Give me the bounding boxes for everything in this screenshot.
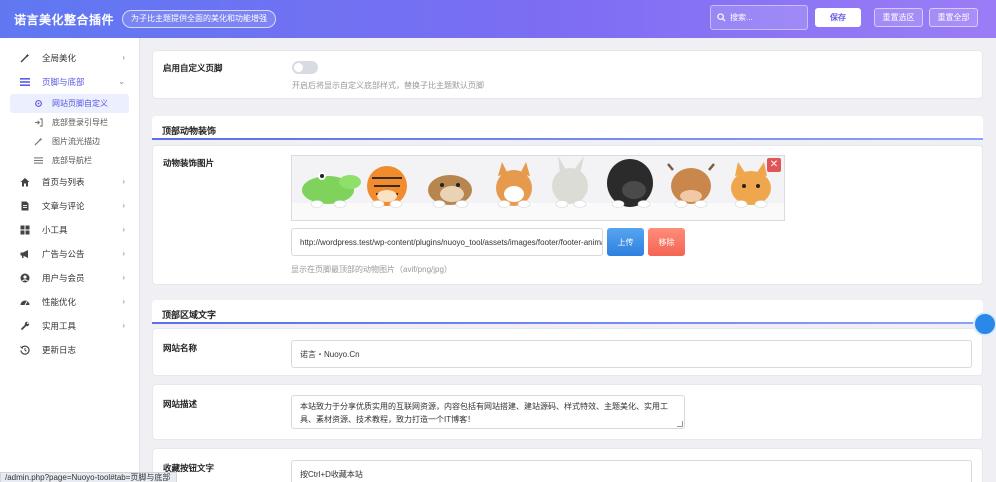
custom-footer-label: 启用自定义页脚 [163,63,223,73]
chevron-right-icon: › [122,53,125,62]
sidebar-subitem-label: 图片流光描边 [52,137,100,146]
animal-image-preview [291,155,785,221]
sidebar-subitem-label: 底部登录引导栏 [52,118,108,127]
search-input[interactable]: 搜索... [710,5,808,30]
main-content: 启用自定义页脚 开启后将显示自定义底部样式，替换子比主题默认页脚 顶部动物装饰 … [152,38,984,482]
custom-footer-hint: 开启后将显示自定义底部样式，替换子比主题默认页脚 [292,81,484,90]
app-tagline: 为子比主题提供全面的美化和功能增强 [122,10,277,28]
sidebar-subitem-label: 底部导航栏 [52,156,92,165]
sidebar-item-label: 文章与评论 [42,201,85,211]
sidebar-item-label: 更新日志 [42,345,77,355]
chevron-right-icon: › [122,297,125,306]
chevron-right-icon: › [122,177,125,186]
animal-section-title: 顶部动物装饰 [162,126,217,136]
bookmark-text-input[interactable]: 按Ctrl+D收藏本站 [291,460,972,482]
reset-all-button[interactable]: 重置全部 [929,8,978,27]
sidebar-item-label: 用户与会员 [42,273,85,283]
document-icon [20,201,30,211]
text-section-header: 顶部区域文字 [152,300,983,324]
chevron-right-icon: › [122,273,125,282]
sidebar-subitem-label: 网站页脚自定义 [52,99,108,108]
sidebar-item-label: 广告与公告 [42,249,85,259]
section-divider [152,138,983,140]
sidebar-subitem-bottom-nav[interactable]: 底部导航栏 [0,151,139,170]
animal-image-label: 动物装饰图片 [163,158,215,168]
app-title: 诺言美化整合插件 [14,12,115,27]
custom-footer-card: 启用自定义页脚 开启后将显示自定义底部样式，替换子比主题默认页脚 [152,50,983,99]
list-icon [20,77,30,87]
sidebar-item-global[interactable]: 全局美化 › [0,46,139,70]
save-button[interactable]: 保存 [815,8,861,27]
sidebar-subitem-site-footer[interactable]: 网站页脚自定义 [10,94,129,113]
home-icon [20,177,30,187]
site-name-label: 网站名称 [163,343,198,353]
grid-icon [20,225,30,235]
sidebar-item-users[interactable]: 用户与会员 › [0,266,139,290]
login-icon [34,118,43,127]
chevron-right-icon: › [122,321,125,330]
sidebar-item-changelog[interactable]: 更新日志 [0,338,139,362]
gear-icon [34,99,43,108]
site-name-input[interactable]: 诺言・Nuoyo.Cn [291,340,972,368]
sidebar-item-label: 全局美化 [42,53,77,63]
remove-button[interactable]: 移除 [648,228,685,256]
image-delete-button[interactable]: ✕ [767,158,781,172]
sidebar-item-label: 页脚与底部 [42,77,85,87]
sidebar-item-posts[interactable]: 文章与评论 › [0,194,139,218]
site-desc-textarea[interactable]: 本站致力于分享优质实用的互联网资源，内容包括有网站搭建、建站源码、样式特效、主题… [291,395,685,429]
wrench-icon [20,321,30,331]
sidebar-item-performance[interactable]: 性能优化 › [0,290,139,314]
chevron-right-icon: › [122,201,125,210]
user-icon [20,273,30,283]
site-desc-text: 本站致力于分享优质实用的互联网资源，内容包括有网站搭建、建站源码、样式特效、主题… [300,402,668,424]
chevron-down-icon: ⌄ [118,77,125,86]
sidebar-item-ads[interactable]: 广告与公告 › [0,242,139,266]
history-icon [20,345,30,355]
sidebar-item-label: 小工具 [42,225,68,235]
top-header: 诺言美化整合插件 为子比主题提供全面的美化和功能增强 搜索... 保存 重置选区… [0,0,996,38]
menu-icon [34,156,43,165]
animal-image-url-input[interactable]: http://wordpress.test/wp-content/plugins… [291,228,603,256]
upload-button[interactable]: 上传 [607,228,644,256]
text-section-title: 顶部区域文字 [162,310,217,320]
status-bar-url: /admin.php?page=Nuoyo-tool#tab=页脚与底部 [0,472,178,482]
megaphone-icon [20,249,30,259]
search-placeholder: 搜索... [730,13,753,22]
sidebar-item-widgets[interactable]: 小工具 › [0,218,139,242]
sidebar-item-footer[interactable]: 页脚与底部 ⌄ [0,70,139,94]
sidebar-item-label: 性能优化 [42,297,77,307]
sidebar-subitem-image-glow[interactable]: 图片流光描边 [0,132,139,151]
floating-assistant-icon[interactable] [973,312,996,336]
wand-icon [34,137,43,146]
chevron-right-icon: › [122,225,125,234]
animal-section-header: 顶部动物装饰 [152,116,983,140]
animal-illustration [292,156,784,220]
sidebar-subitem-login-bar[interactable]: 底部登录引导栏 [0,113,139,132]
sidebar-item-label: 首页与列表 [42,177,85,187]
sidebar-item-home[interactable]: 首页与列表 › [0,170,139,194]
site-desc-label: 网站描述 [163,399,198,409]
wand-icon [20,53,30,63]
search-icon [717,13,726,22]
sidebar: 全局美化 › 页脚与底部 ⌄ 网站页脚自定义 底部登录引导栏 图片流光描边 底部… [0,38,140,482]
sidebar-item-label: 实用工具 [42,321,77,331]
chevron-right-icon: › [122,249,125,258]
custom-footer-toggle[interactable] [292,61,318,74]
reset-section-button[interactable]: 重置选区 [874,8,923,27]
resize-handle[interactable] [677,421,683,427]
animal-image-hint: 显示在页脚最顶部的动物图片（avif/png/jpg） [291,265,452,274]
sidebar-item-tools[interactable]: 实用工具 › [0,314,139,338]
section-divider [152,322,983,324]
dashboard-icon [20,297,30,307]
